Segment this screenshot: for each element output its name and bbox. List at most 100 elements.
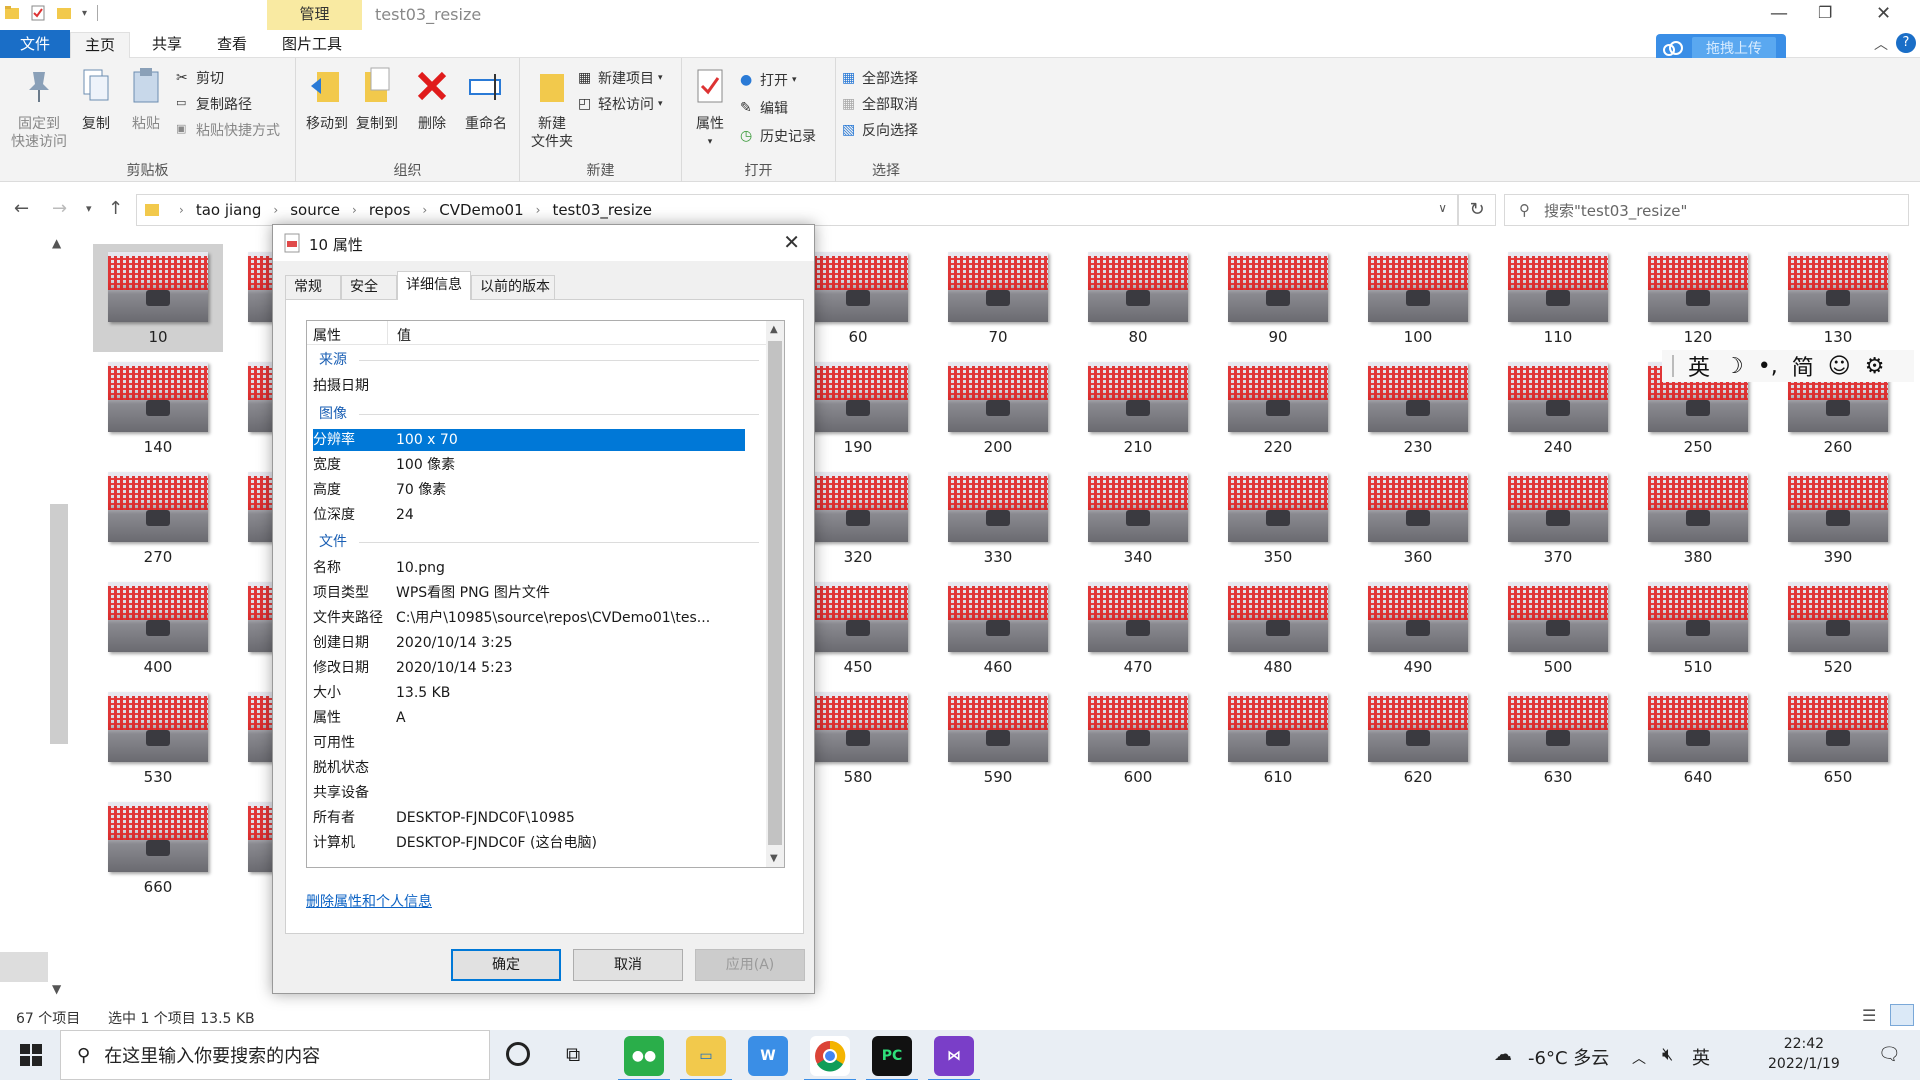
thumbnail-item[interactable]: 600 bbox=[1073, 684, 1203, 792]
thumbnail-item[interactable]: 350 bbox=[1213, 464, 1343, 572]
thumbnail-item[interactable]: 70 bbox=[933, 244, 1063, 352]
cortana-icon[interactable] bbox=[506, 1042, 530, 1066]
thumbnail-item[interactable]: 200 bbox=[933, 354, 1063, 462]
nav-pane-scrollbar[interactable] bbox=[0, 952, 48, 982]
row-bit-depth[interactable]: 位深度 24 bbox=[313, 504, 745, 526]
collapse-ribbon-icon[interactable]: ︿ bbox=[1874, 34, 1888, 54]
breadcrumb-separator-icon[interactable]: › bbox=[352, 203, 357, 217]
breadcrumb-separator-icon[interactable]: › bbox=[179, 203, 184, 217]
forward-icon[interactable]: → bbox=[52, 198, 67, 219]
scroll-up-icon[interactable]: ▲ bbox=[52, 236, 61, 250]
pin-quick-access-button[interactable]: 固定到 快速访问 bbox=[6, 66, 72, 151]
tab-share[interactable]: 共享 bbox=[138, 32, 196, 58]
up-icon[interactable]: ↑ bbox=[108, 198, 123, 219]
thumbnail-item[interactable]: 140 bbox=[93, 354, 223, 462]
thumbnail-item[interactable]: 490 bbox=[1353, 574, 1483, 682]
back-icon[interactable]: ← bbox=[14, 198, 29, 219]
task-view-icon[interactable]: ⧉ bbox=[566, 1042, 580, 1066]
thumbnail-item[interactable]: 400 bbox=[93, 574, 223, 682]
thumbnail-item[interactable]: 390 bbox=[1773, 464, 1903, 572]
thumbnail-item[interactable]: 590 bbox=[933, 684, 1063, 792]
select-none-button[interactable]: ▦ 全部取消 bbox=[842, 94, 918, 114]
help-icon[interactable]: ? bbox=[1896, 33, 1916, 53]
row-resolution[interactable]: 分辨率 100 x 70 bbox=[313, 429, 745, 451]
context-tab-manage[interactable]: 管理 bbox=[267, 0, 362, 30]
tab-details[interactable]: 详细信息 bbox=[397, 271, 471, 300]
history-button[interactable]: ◷ 历史记录 bbox=[740, 126, 816, 146]
copy-path-button[interactable]: ▭ 复制路径 bbox=[176, 94, 252, 114]
thumbnail-item[interactable]: 240 bbox=[1493, 354, 1623, 462]
file-view-scrollbar[interactable]: ▲ ▼ bbox=[48, 232, 70, 997]
select-all-button[interactable]: ▦ 全部选择 bbox=[842, 68, 918, 88]
property-list-scrollbar[interactable]: ▲ ▼ bbox=[766, 321, 784, 867]
row-folder-path[interactable]: 文件夹路径 C:\用户\10985\source\repos\CVDemo01\t… bbox=[313, 607, 745, 629]
thumbnail-item[interactable]: 610 bbox=[1213, 684, 1343, 792]
row-item-type[interactable]: 项目类型 WPS看图 PNG 图片文件 bbox=[313, 582, 745, 604]
cancel-button[interactable]: 取消 bbox=[573, 949, 683, 981]
scroll-down-icon[interactable]: ▼ bbox=[52, 982, 61, 996]
tray-chevron-up-icon[interactable]: ︿ bbox=[1632, 1048, 1646, 1068]
close-icon[interactable]: ✕ bbox=[1876, 3, 1891, 24]
dialog-title-bar[interactable]: 10 属性 ✕ bbox=[273, 225, 814, 261]
thumbnail-item[interactable]: 340 bbox=[1073, 464, 1203, 572]
thumbnail-item[interactable]: 530 bbox=[93, 684, 223, 792]
thumbnail-item[interactable]: 500 bbox=[1493, 574, 1623, 682]
tab-picture-tools[interactable]: 图片工具 bbox=[268, 32, 356, 58]
thumbnail-item[interactable]: 230 bbox=[1353, 354, 1483, 462]
properties-check-icon[interactable] bbox=[30, 4, 46, 22]
row-date-taken[interactable]: 拍摄日期 bbox=[313, 375, 745, 397]
smile-icon[interactable]: ☺ bbox=[1828, 354, 1851, 379]
thumbnail-item[interactable]: 360 bbox=[1353, 464, 1483, 572]
weather-text[interactable]: -6°C 多云 bbox=[1528, 1044, 1609, 1070]
thumbnail-item[interactable]: 10 bbox=[93, 244, 223, 352]
notification-icon[interactable]: 🗨︎ bbox=[1878, 1044, 1901, 1065]
ime-drag-handle[interactable] bbox=[1672, 355, 1674, 377]
tab-previous-versions[interactable]: 以前的版本 bbox=[471, 275, 555, 299]
breadcrumb-item[interactable]: tao jiang bbox=[196, 201, 262, 219]
thumbnail-item[interactable]: 90 bbox=[1213, 244, 1343, 352]
wechat-icon[interactable]: ●● bbox=[618, 1036, 670, 1080]
large-icons-view-icon[interactable] bbox=[1890, 1004, 1914, 1026]
thumbnail-item[interactable]: 380 bbox=[1633, 464, 1763, 572]
row-width[interactable]: 宽度 100 像素 bbox=[313, 454, 745, 476]
header-value[interactable]: 值 bbox=[397, 325, 411, 345]
refresh-icon[interactable]: ↻ bbox=[1458, 194, 1496, 226]
dialog-close-icon[interactable]: ✕ bbox=[783, 230, 800, 254]
scroll-down-icon[interactable]: ▼ bbox=[770, 853, 778, 864]
taskbar-ime-indicator[interactable]: 英 bbox=[1692, 1044, 1710, 1070]
windows-start-icon[interactable] bbox=[20, 1044, 42, 1070]
restore-icon[interactable]: ❐ bbox=[1818, 3, 1832, 22]
thumbnail-item[interactable]: 650 bbox=[1773, 684, 1903, 792]
thumbnail-item[interactable]: 330 bbox=[933, 464, 1063, 572]
apply-button[interactable]: 应用(A) bbox=[695, 949, 805, 981]
thumbnail-item[interactable]: 220 bbox=[1213, 354, 1343, 462]
tab-general[interactable]: 常规 bbox=[285, 275, 341, 299]
ime-simplified-toggle[interactable]: 简 bbox=[1792, 350, 1814, 382]
row-offline-status[interactable]: 脱机状态 bbox=[313, 757, 745, 779]
tab-security[interactable]: 安全 bbox=[341, 275, 397, 299]
new-folder-icon[interactable] bbox=[56, 4, 72, 22]
row-height[interactable]: 高度 70 像素 bbox=[313, 479, 745, 501]
invert-selection-button[interactable]: ▧ 反向选择 bbox=[842, 120, 918, 140]
thumbnail-item[interactable]: 470 bbox=[1073, 574, 1203, 682]
new-item-button[interactable]: ▦ 新建项目 ▾ bbox=[578, 68, 663, 88]
thumbnail-item[interactable]: 100 bbox=[1353, 244, 1483, 352]
paste-shortcut-button[interactable]: ▣ 粘贴快捷方式 bbox=[176, 120, 280, 140]
cut-button[interactable]: ✂ 剪切 bbox=[176, 68, 224, 88]
volume-mute-icon[interactable]: 🔇︎ bbox=[1662, 1044, 1673, 1065]
thumbnail-item[interactable]: 460 bbox=[933, 574, 1063, 682]
clock[interactable]: 22:42 2022/1/19 bbox=[1768, 1034, 1840, 1074]
moon-icon[interactable]: ☽ bbox=[1724, 354, 1744, 379]
move-to-button[interactable]: 移动到 bbox=[304, 66, 350, 133]
ime-lang-toggle[interactable]: 英 bbox=[1688, 350, 1710, 382]
chrome-icon[interactable] bbox=[804, 1036, 856, 1080]
thumbnail-item[interactable]: 210 bbox=[1073, 354, 1203, 462]
delete-button[interactable]: 删除 bbox=[412, 66, 452, 133]
breadcrumb-separator-icon[interactable]: › bbox=[422, 203, 427, 217]
thumbnail-item[interactable]: 120 bbox=[1633, 244, 1763, 352]
tab-home[interactable]: 主页 bbox=[70, 32, 131, 58]
thumbnail-item[interactable]: 480 bbox=[1213, 574, 1343, 682]
breadcrumb-item[interactable]: CVDemo01 bbox=[439, 201, 523, 219]
details-view-icon[interactable]: ☰ bbox=[1862, 1006, 1876, 1025]
copy-to-button[interactable]: 复制到 bbox=[354, 66, 400, 133]
